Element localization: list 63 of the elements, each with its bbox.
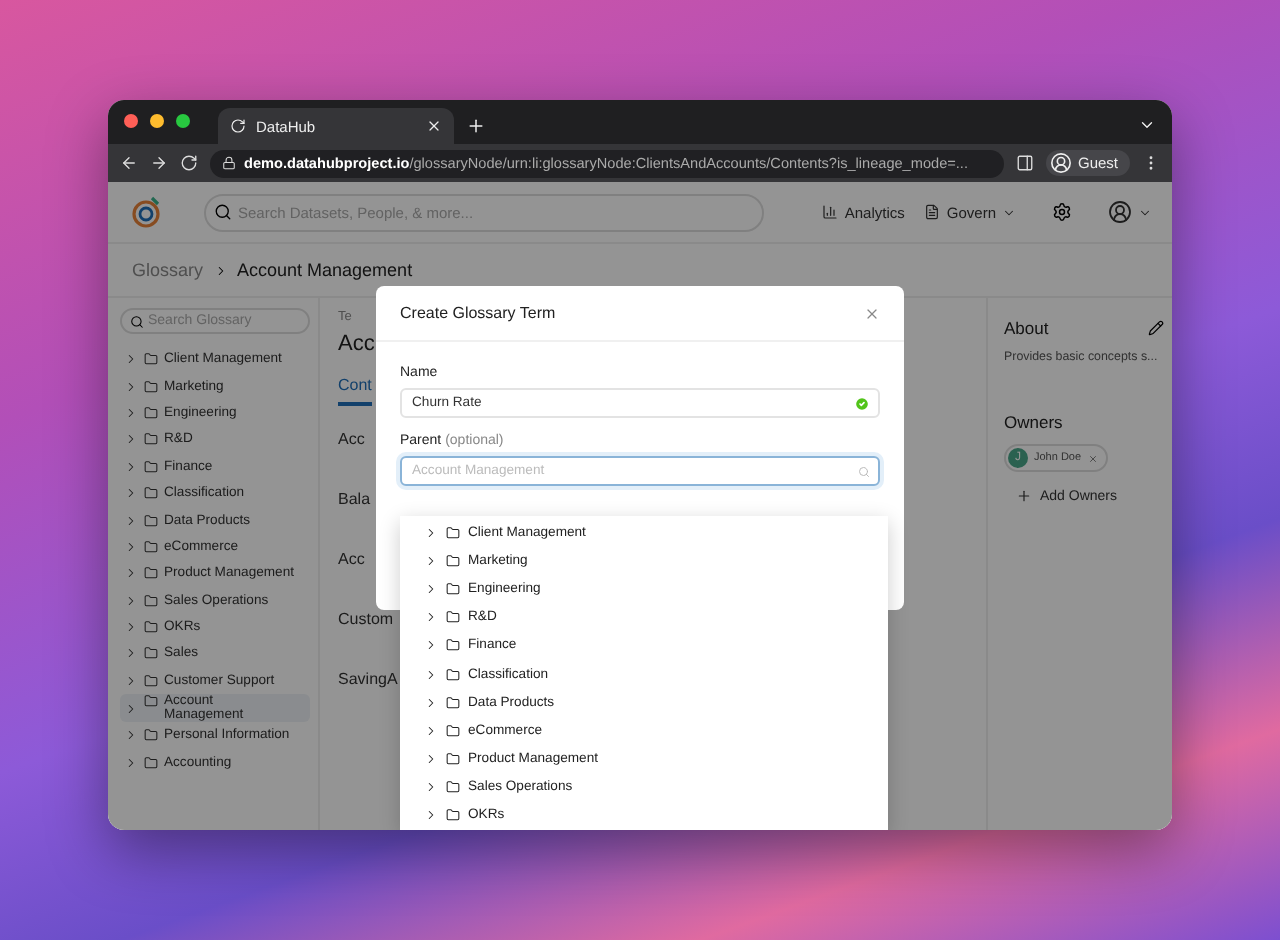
logo-icon[interactable] — [128, 194, 164, 230]
folder-icon — [144, 405, 158, 420]
folder-icon — [144, 728, 158, 743]
close-dot-icon[interactable] — [124, 114, 138, 128]
folder-icon — [446, 553, 460, 568]
user-icon — [1049, 152, 1072, 174]
folder-icon — [144, 513, 158, 528]
page-title: Acc — [338, 332, 375, 356]
modal-title: Create Glossary Term — [400, 304, 556, 322]
folder-icon — [144, 486, 158, 501]
folder-icon — [144, 694, 158, 709]
folder-icon — [144, 755, 158, 770]
section-title: Owners — [1004, 412, 1065, 432]
reload-icon[interactable] — [180, 154, 198, 172]
forward-icon[interactable] — [150, 154, 168, 172]
folder-icon — [446, 780, 460, 795]
search-icon — [214, 203, 232, 221]
content-tab[interactable]: Cont — [338, 364, 372, 406]
loading-icon — [230, 118, 246, 134]
folder-icon — [144, 539, 158, 554]
folder-icon — [446, 667, 460, 682]
minimize-dot-icon[interactable] — [150, 114, 164, 128]
chevron-down-icon[interactable] — [1138, 116, 1156, 134]
document-icon — [924, 204, 941, 220]
back-icon[interactable] — [120, 154, 138, 172]
term-link[interactable]: SavingA — [338, 654, 398, 706]
folder-icon — [446, 638, 460, 653]
search-icon — [130, 314, 144, 328]
folder-icon — [144, 620, 158, 635]
folder-icon — [144, 673, 158, 688]
caret-icon — [1138, 205, 1152, 219]
avatar-icon — [1108, 200, 1132, 224]
caret-icon — [1002, 205, 1016, 219]
folder-icon — [446, 723, 460, 738]
breadcrumb-current: Account Management — [237, 260, 413, 280]
folder-icon — [144, 432, 158, 447]
folder-icon — [446, 808, 460, 823]
folder-icon — [446, 525, 460, 540]
folder-icon — [144, 459, 158, 474]
folder-icon — [144, 352, 158, 367]
folder-icon — [144, 379, 158, 394]
edit-icon[interactable] — [1148, 320, 1164, 336]
new-tab-icon[interactable] — [466, 116, 486, 136]
account-menu[interactable] — [1108, 200, 1152, 224]
folder-icon — [446, 610, 460, 625]
plus-icon — [1016, 488, 1032, 504]
term-link[interactable]: Custom — [338, 594, 394, 646]
term-link[interactable]: Acc — [338, 534, 365, 586]
chart-icon — [822, 204, 839, 220]
zoom-dot-icon[interactable] — [176, 114, 190, 128]
chevron-right-icon — [213, 263, 228, 277]
folder-icon — [144, 593, 158, 608]
lock-icon — [222, 156, 236, 170]
folder-icon — [144, 566, 158, 581]
side-panel-icon[interactable] — [1015, 154, 1034, 172]
term-link[interactable]: Bala — [338, 474, 371, 526]
folder-icon — [446, 752, 460, 767]
folder-icon — [446, 581, 460, 596]
folder-icon — [446, 695, 460, 710]
folder-icon — [144, 646, 158, 661]
section-title: About — [1004, 318, 1049, 338]
term-link[interactable]: Acc — [338, 414, 365, 466]
settings-icon[interactable] — [1052, 202, 1072, 222]
